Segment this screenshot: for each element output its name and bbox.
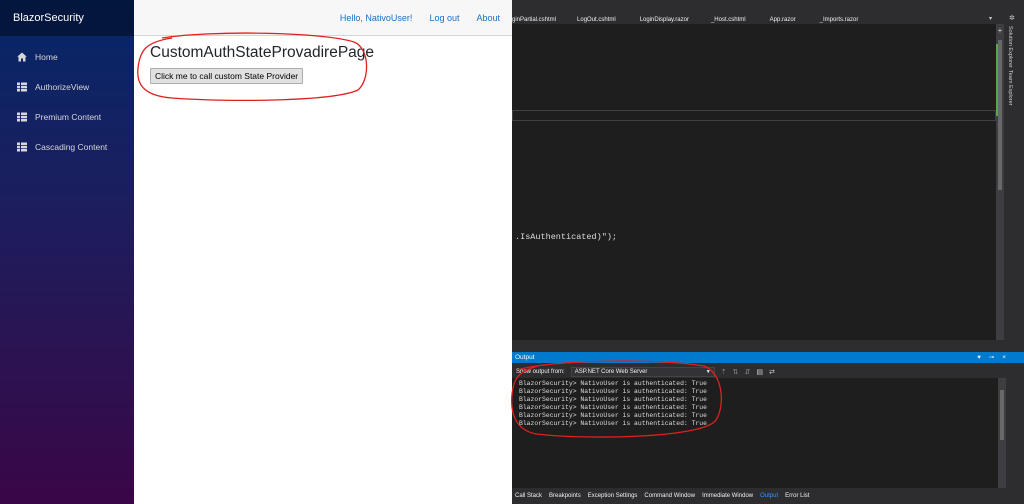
output-line: BlazorSecurity> NativoUser is authentica… <box>519 388 707 395</box>
output-source-select[interactable]: ASP.NET Core Web Server ▼ <box>570 366 715 377</box>
tab-overflow-icon[interactable]: ▾ <box>989 15 992 22</box>
output-line: BlazorSecurity> NativoUser is authentica… <box>519 396 707 403</box>
output-line: BlazorSecurity> NativoUser is authentica… <box>519 380 707 387</box>
output-line: BlazorSecurity> NativoUser is authentica… <box>519 420 707 427</box>
home-icon <box>16 51 28 63</box>
output-title-label: Output <box>515 354 535 361</box>
nav-item-label: Cascading Content <box>35 142 108 152</box>
bottom-tool-tabs: Call Stack Breakpoints Exception Setting… <box>512 490 1024 502</box>
tab-output[interactable]: Output <box>760 493 778 499</box>
find-message-icon[interactable]: ⇡ <box>721 368 727 376</box>
tab-host[interactable]: _Host.cshtml <box>711 17 746 23</box>
show-output-label: Show output from: <box>516 368 565 375</box>
team-explorer-tab[interactable]: Team Explorer <box>1007 70 1013 105</box>
side-gear-icon[interactable]: ✲ <box>1009 14 1015 22</box>
list-icon <box>16 81 28 93</box>
scrollbar-thumb[interactable] <box>1000 390 1004 440</box>
about-link[interactable]: About <box>476 13 500 23</box>
nav-item-authorizeview[interactable]: AuthorizeView <box>0 72 134 102</box>
nav-item-premium-content[interactable]: Premium Content <box>0 102 134 132</box>
output-line: BlazorSecurity> NativoUser is authentica… <box>519 412 707 419</box>
close-icon[interactable]: × <box>1002 352 1006 363</box>
nav-item-label: AuthorizeView <box>35 82 90 92</box>
output-source-value: ASP.NET Core Web Server <box>574 368 648 375</box>
code-editor[interactable]: .IsAuthenticated)"); <box>512 24 996 340</box>
list-icon <box>16 141 28 153</box>
tab-call-stack[interactable]: Call Stack <box>515 493 542 499</box>
tab-breakpoints[interactable]: Breakpoints <box>549 493 581 499</box>
output-window-controls: ▾ ⊸ × <box>977 352 1006 363</box>
browser-window: BlazorSecurity Home AuthorizeView Premiu… <box>0 0 512 504</box>
clear-all-icon[interactable]: ▤ <box>756 368 763 376</box>
output-text-area[interactable]: BlazorSecurity> NativoUser is authentica… <box>512 378 998 488</box>
tab-logout[interactable]: LogOut.cshtml <box>577 17 616 23</box>
nav-item-home[interactable]: Home <box>0 42 134 72</box>
visual-studio-window: ginPartial.cshtml LogOut.cshtml LoginDis… <box>510 0 1024 504</box>
output-pane-title: Output ▾ ⊸ × <box>512 352 1024 363</box>
nav-item-cascading-content[interactable]: Cascading Content <box>0 132 134 162</box>
next-message-icon[interactable]: ⇵ <box>744 368 750 376</box>
solution-explorer-tab[interactable]: Solution Explorer <box>1007 26 1013 68</box>
tab-imports[interactable]: _Imports.razor <box>820 17 859 23</box>
chevron-down-icon: ▼ <box>705 368 711 375</box>
tab-error-list[interactable]: Error List <box>785 493 809 499</box>
scrollbar-thumb[interactable] <box>998 40 1002 190</box>
list-icon <box>16 111 28 123</box>
editor-scrollbar[interactable]: + <box>996 24 1004 340</box>
word-wrap-icon[interactable]: ⇄ <box>769 368 775 376</box>
output-toolbar: Show output from: ASP.NET Core Web Serve… <box>512 365 1004 378</box>
split-plus-icon[interactable]: + <box>996 27 1004 35</box>
hello-user-link[interactable]: Hello, NativoUser! <box>340 13 413 23</box>
code-line: .IsAuthenticated)"); <box>515 232 618 242</box>
nav-menu: Home AuthorizeView Premium Content Casca… <box>0 36 134 162</box>
nav-item-label: Home <box>35 52 58 62</box>
tab-command-window[interactable]: Command Window <box>644 493 695 499</box>
pin-icon[interactable]: ⊸ <box>989 352 994 363</box>
top-links: Hello, NativoUser! Log out About <box>340 0 500 36</box>
tab-logindisplay[interactable]: LoginDisplay.razor <box>640 17 689 23</box>
call-state-provider-button[interactable]: Click me to call custom State Provider <box>150 68 304 84</box>
logout-link[interactable]: Log out <box>429 13 459 23</box>
prev-message-icon[interactable]: ⇅ <box>733 368 739 376</box>
side-panel: ✲ Solution Explorer Team Explorer <box>1004 0 1024 504</box>
sidebar: BlazorSecurity Home AuthorizeView Premiu… <box>0 0 134 504</box>
editor-highlight-bar <box>512 110 996 121</box>
tab-loginpartial[interactable]: ginPartial.cshtml <box>512 17 556 23</box>
tab-app[interactable]: App.razor <box>770 17 796 23</box>
tab-immediate-window[interactable]: Immediate Window <box>702 493 753 499</box>
nav-item-label: Premium Content <box>35 112 102 122</box>
output-line: BlazorSecurity> NativoUser is authentica… <box>519 404 707 411</box>
top-row: Hello, NativoUser! Log out About <box>134 0 512 36</box>
dropdown-icon[interactable]: ▾ <box>977 352 980 363</box>
main-content: CustomAuthStateProvadirePage Click me to… <box>150 44 374 84</box>
page-title: CustomAuthStateProvadirePage <box>150 44 375 61</box>
tab-exception-settings[interactable]: Exception Settings <box>588 493 638 499</box>
output-scrollbar[interactable] <box>998 378 1006 488</box>
brand-link[interactable]: BlazorSecurity <box>0 0 134 36</box>
